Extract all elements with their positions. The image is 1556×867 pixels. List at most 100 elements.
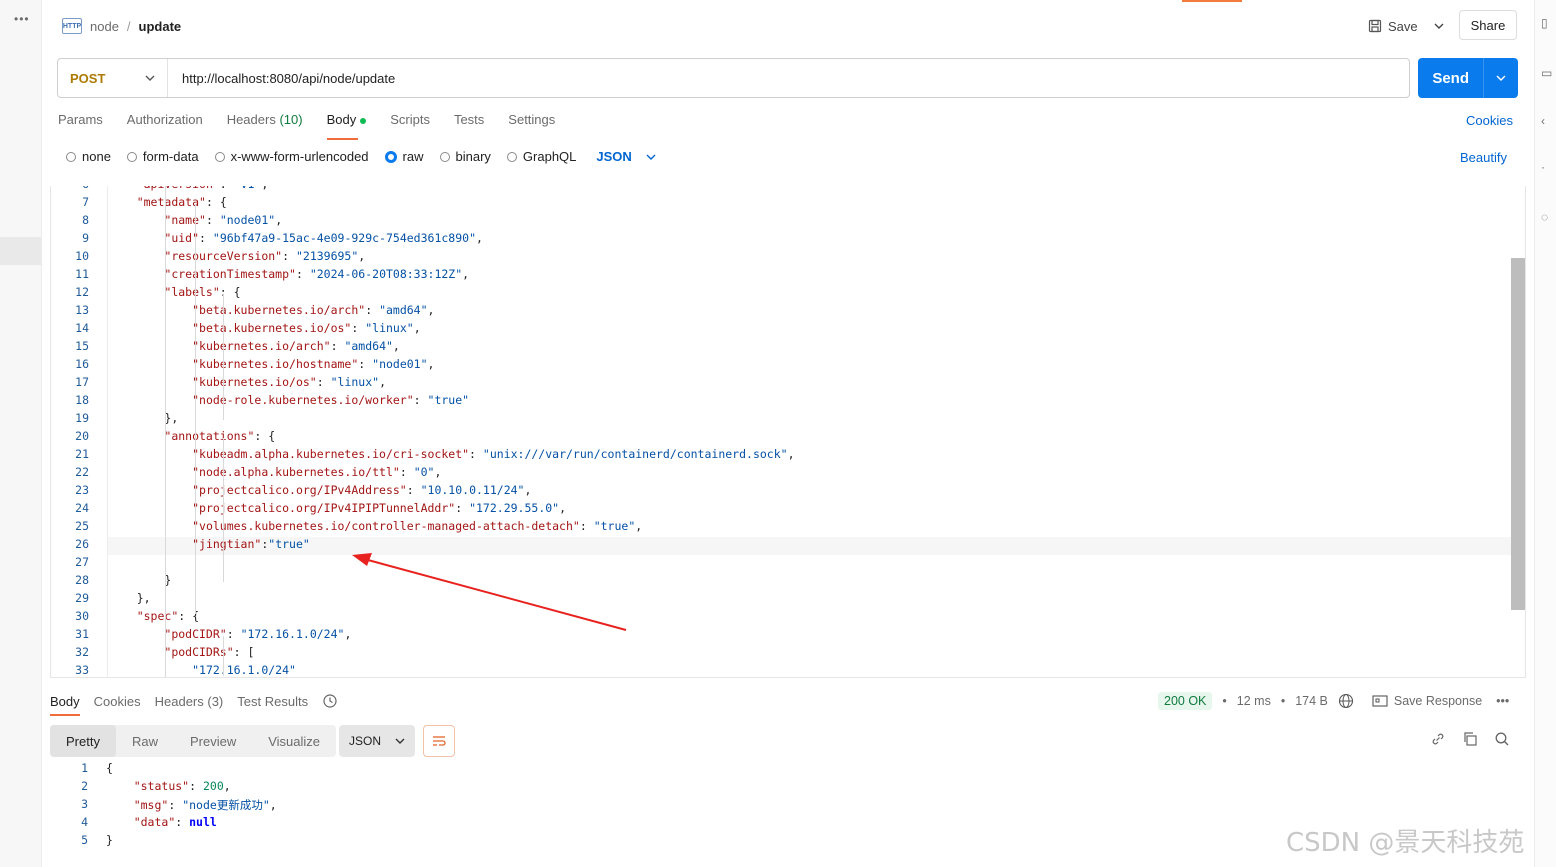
code-line: 33 "172.16.1.0/24" <box>51 663 1525 677</box>
body-format-select[interactable]: JSON <box>596 149 656 164</box>
request-name[interactable]: update <box>139 19 182 34</box>
wrap-lines-button[interactable] <box>423 725 455 757</box>
share-button[interactable]: Share <box>1459 10 1517 40</box>
tab-headers[interactable]: Headers (10) <box>227 112 303 132</box>
json-punct: : <box>469 447 476 461</box>
json-punct: : <box>399 465 407 479</box>
more-options-icon[interactable]: ••• <box>14 12 30 26</box>
breadcrumb-collection[interactable]: node <box>90 19 119 34</box>
json-key: "msg" <box>133 798 169 812</box>
json-number: 200 <box>202 779 224 793</box>
view-pretty[interactable]: Pretty <box>50 725 116 757</box>
json-key: "node-role.kubernetes.io/worker" <box>192 393 414 407</box>
json-key: "creationTimestamp" <box>164 267 296 281</box>
json-key: "kubeadm.alpha.kubernetes.io/cri-socket" <box>192 447 470 461</box>
url-input[interactable]: http://localhost:8080/api/node/update <box>168 71 395 86</box>
save-options-dropdown[interactable] <box>1426 12 1452 40</box>
code-line: 15 "kubernetes.io/arch": "amd64", <box>51 339 1525 357</box>
save-button[interactable]: Save <box>1368 12 1418 40</box>
radio-raw[interactable]: raw <box>384 149 424 164</box>
line-number: 5 <box>81 833 88 847</box>
line-content: "metadata": { <box>109 195 227 209</box>
json-string: "0" <box>413 465 435 479</box>
json-punct: : <box>178 609 186 623</box>
indent-guide <box>223 636 224 676</box>
json-punct: : <box>413 393 421 407</box>
save-response-button[interactable]: Save Response <box>1372 694 1482 708</box>
resp-tab-body[interactable]: Body <box>50 694 80 716</box>
radio-graphql[interactable]: GraphQL <box>506 149 576 164</box>
tab-settings[interactable]: Settings <box>508 112 555 132</box>
line-number: 12 <box>75 285 89 299</box>
json-punct: } <box>136 591 144 605</box>
json-punct: , <box>379 375 386 389</box>
view-raw[interactable]: Raw <box>116 725 174 757</box>
resp-tab-cookies[interactable]: Cookies <box>94 694 141 709</box>
radio-form-data[interactable]: form-data <box>126 149 199 164</box>
line-number: 32 <box>75 645 89 659</box>
response-time[interactable]: 12 ms <box>1237 694 1271 708</box>
history-icon[interactable] <box>322 693 338 709</box>
tab-authorization[interactable]: Authorization <box>127 112 203 132</box>
send-button[interactable]: Send <box>1418 58 1518 98</box>
line-content: "kubernetes.io/hostname": "node01", <box>109 357 434 371</box>
resp-tab-headers-label: Headers <box>154 693 204 709</box>
json-punct: , <box>261 186 268 191</box>
editor-scrollbar[interactable] <box>1511 258 1525 610</box>
radio-label: none <box>82 149 111 164</box>
radio-x-www-form-urlencoded[interactable]: x-www-form-urlencoded <box>214 149 369 164</box>
globe-icon[interactable] <box>1338 693 1354 709</box>
line-content: "beta.kubernetes.io/os": "linux", <box>109 321 421 335</box>
request-body-editor[interactable]: 6 "apiVersion": "v1",7 "metadata": {8 "n… <box>50 186 1526 678</box>
more-options-icon[interactable]: ••• <box>1496 694 1509 708</box>
view-preview[interactable]: Preview <box>174 725 252 757</box>
copy-icon[interactable] <box>1462 731 1478 747</box>
resp-tab-test-results[interactable]: Test Results <box>237 694 308 709</box>
line-content: "data": null <box>106 815 217 829</box>
resp-tab-headers[interactable]: Headers (3) <box>155 694 224 709</box>
json-string: "true" <box>427 393 470 407</box>
response-size[interactable]: 174 B <box>1295 694 1328 708</box>
tab-params[interactable]: Params <box>58 112 103 132</box>
json-string: "node更新成功" <box>182 798 270 812</box>
chevron-down-icon <box>145 75 155 81</box>
code-line: 13 "beta.kubernetes.io/arch": "amd64", <box>51 303 1525 321</box>
breadcrumb-separator: / <box>126 18 131 34</box>
json-string: "amd64" <box>379 303 428 317</box>
json-punct: , <box>462 267 470 281</box>
docs-icon[interactable]: ▯ <box>1541 16 1548 30</box>
line-content: } <box>109 573 171 587</box>
info-icon[interactable]: · <box>1541 160 1545 174</box>
beautify-link[interactable]: Beautify <box>1460 150 1507 165</box>
right-sidebar: ▯ ▭ ‹ · ◌ <box>1534 0 1556 867</box>
sidebar-selected-item[interactable] <box>0 237 41 265</box>
active-tab-indicator <box>1182 0 1242 2</box>
comments-icon[interactable]: ▭ <box>1541 66 1552 80</box>
link-icon[interactable] <box>1430 731 1446 747</box>
send-options-dropdown[interactable] <box>1483 58 1518 98</box>
line-content: "apiVersion": "v1", <box>109 186 269 191</box>
method-select[interactable]: POST <box>58 59 168 97</box>
body-format-label: JSON <box>596 149 632 164</box>
json-key: "beta.kubernetes.io/os" <box>192 321 352 335</box>
json-punct: , <box>358 249 366 263</box>
cookies-link[interactable]: Cookies <box>1466 113 1513 128</box>
code-line: 18 "node-role.kubernetes.io/worker": "tr… <box>51 393 1525 411</box>
radio-none[interactable]: none <box>66 149 111 164</box>
send-label: Send <box>1432 69 1470 87</box>
response-actions <box>1430 731 1510 747</box>
history-icon[interactable]: ◌ <box>1541 210 1548 224</box>
view-visualize[interactable]: Visualize <box>252 725 336 757</box>
wrap-lines-icon <box>433 736 446 746</box>
search-icon[interactable] <box>1494 731 1510 747</box>
collapse-icon[interactable]: ‹ <box>1541 114 1545 128</box>
tab-tests[interactable]: Tests <box>454 112 484 132</box>
radio-binary[interactable]: binary <box>439 149 491 164</box>
code-line: 22 "node.alpha.kubernetes.io/ttl": "0", <box>51 465 1525 483</box>
response-format-select[interactable]: JSON <box>339 725 415 757</box>
tab-scripts[interactable]: Scripts <box>390 112 430 132</box>
code-line: 26 "jingtian":"true" <box>51 537 1525 555</box>
status-badge[interactable]: 200 OK <box>1158 692 1213 710</box>
line-content: "msg": "node更新成功", <box>106 797 277 813</box>
tab-body[interactable]: Body <box>326 112 367 140</box>
